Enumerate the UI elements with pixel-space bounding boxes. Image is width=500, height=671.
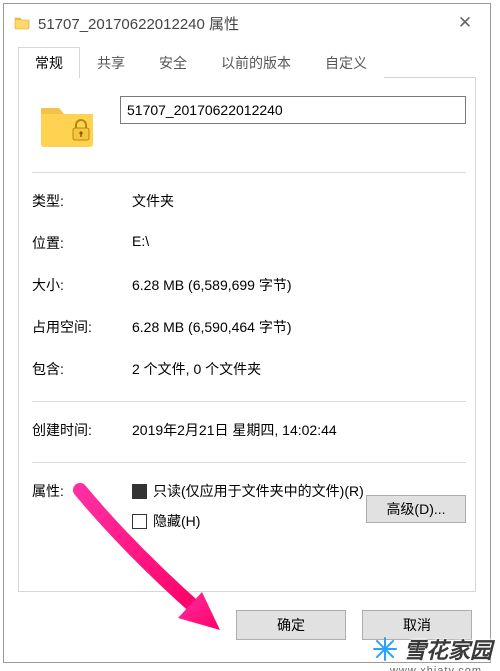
tab-general[interactable]: 常规 [18,47,80,78]
row-size: 大小: 6.28 MB (6,589,699 字节) [32,275,466,295]
label-size: 大小: [32,275,132,295]
readonly-label: 只读(仅应用于文件夹中的文件)(R) [153,481,364,501]
name-row [32,96,466,156]
label-created: 创建时间: [32,420,132,440]
checkbox-empty-icon [132,514,147,529]
watermark-text: 雪花家园 [404,633,492,665]
ok-button[interactable]: 确定 [236,610,346,640]
folder-large-icon [32,96,102,156]
row-size-on-disk: 占用空间: 6.28 MB (6,590,464 字节) [32,317,466,337]
tab-previous-versions[interactable]: 以前的版本 [204,47,308,78]
value-contains: 2 个文件, 0 个文件夹 [132,359,466,379]
tab-strip: 常规 共享 安全 以前的版本 自定义 [18,48,384,78]
label-attributes: 属性: [32,481,132,501]
advanced-button[interactable]: 高级(D)... [366,495,466,523]
close-icon: ✕ [458,13,472,33]
hidden-label: 隐藏(H) [153,511,200,531]
watermark: 雪花家园 www.xhjaty.com [372,633,492,665]
close-button[interactable]: ✕ [440,6,490,40]
folder-icon [14,15,30,31]
label-contains: 包含: [32,359,132,379]
titlebar: 51707_20170622012240 属性 ✕ [4,4,490,42]
label-location: 位置: [32,233,132,253]
value-created: 2019年2月21日 星期四, 14:02:44 [132,420,466,440]
label-size-on-disk: 占用空间: [32,317,132,337]
checkbox-indeterminate-icon [132,484,147,499]
window-title: 51707_20170622012240 属性 [38,13,440,34]
row-location: 位置: E:\ [32,233,466,253]
general-panel-content: 类型: 文件夹 位置: E:\ 大小: 6.28 MB (6,589,699 字… [32,96,466,582]
row-created: 创建时间: 2019年2月21日 星期四, 14:02:44 [32,420,466,440]
separator [32,401,466,402]
tab-sharing[interactable]: 共享 [80,47,142,78]
separator [32,172,466,173]
tab-security[interactable]: 安全 [142,47,204,78]
separator [32,462,466,463]
row-type: 类型: 文件夹 [32,191,466,211]
watermark-url: www.xhjaty.com [390,665,482,671]
value-location: E:\ [132,233,466,253]
label-type: 类型: [32,191,132,211]
tab-customize[interactable]: 自定义 [308,47,384,78]
row-contains: 包含: 2 个文件, 0 个文件夹 [32,359,466,379]
snowflake-icon [372,636,398,662]
value-size-on-disk: 6.28 MB (6,590,464 字节) [132,317,466,337]
properties-dialog: 51707_20170622012240 属性 ✕ 常规 共享 安全 以前的版本… [3,3,491,663]
tab-container: 常规 共享 安全 以前的版本 自定义 [18,48,476,592]
value-size: 6.28 MB (6,589,699 字节) [132,275,466,295]
folder-name-input[interactable] [120,96,466,124]
value-type: 文件夹 [132,191,466,211]
